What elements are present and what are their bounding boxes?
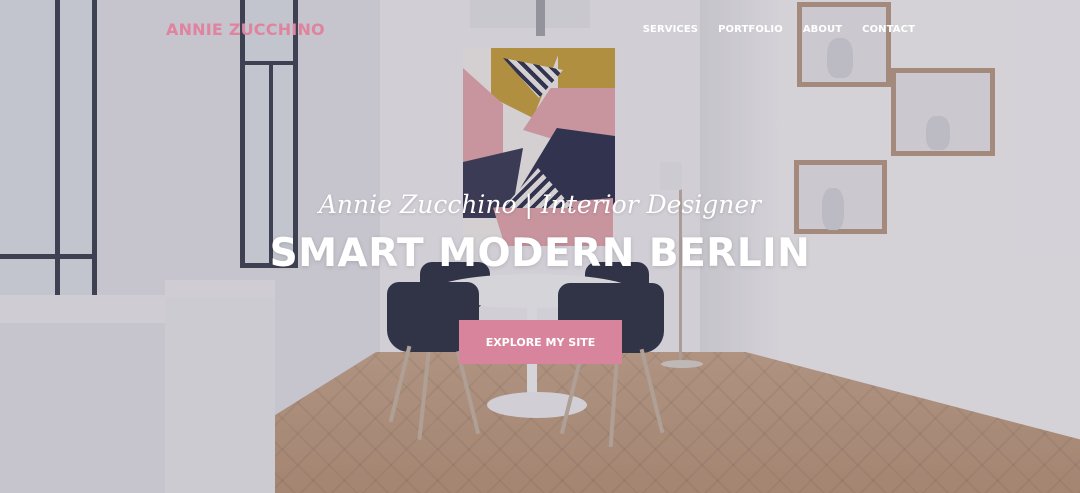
hero-subtitle: Annie Zucchino | Interior Designer bbox=[318, 190, 762, 219]
nav-item-contact[interactable]: CONTACT bbox=[862, 24, 915, 35]
hero-title: SMART MODERN BERLIN bbox=[269, 231, 811, 276]
nav-item-services[interactable]: SERVICES bbox=[643, 24, 698, 35]
nav-item-about[interactable]: ABOUT bbox=[803, 24, 842, 35]
site-logo[interactable]: ANNIE ZUCCHINO bbox=[166, 20, 325, 39]
main-nav: SERVICES PORTFOLIO ABOUT CONTACT bbox=[643, 24, 915, 35]
hero-section: Annie Zucchino | Interior Designer SMART… bbox=[0, 190, 1080, 276]
explore-site-button[interactable]: EXPLORE MY SITE bbox=[459, 320, 622, 364]
nav-item-portfolio[interactable]: PORTFOLIO bbox=[718, 24, 783, 35]
